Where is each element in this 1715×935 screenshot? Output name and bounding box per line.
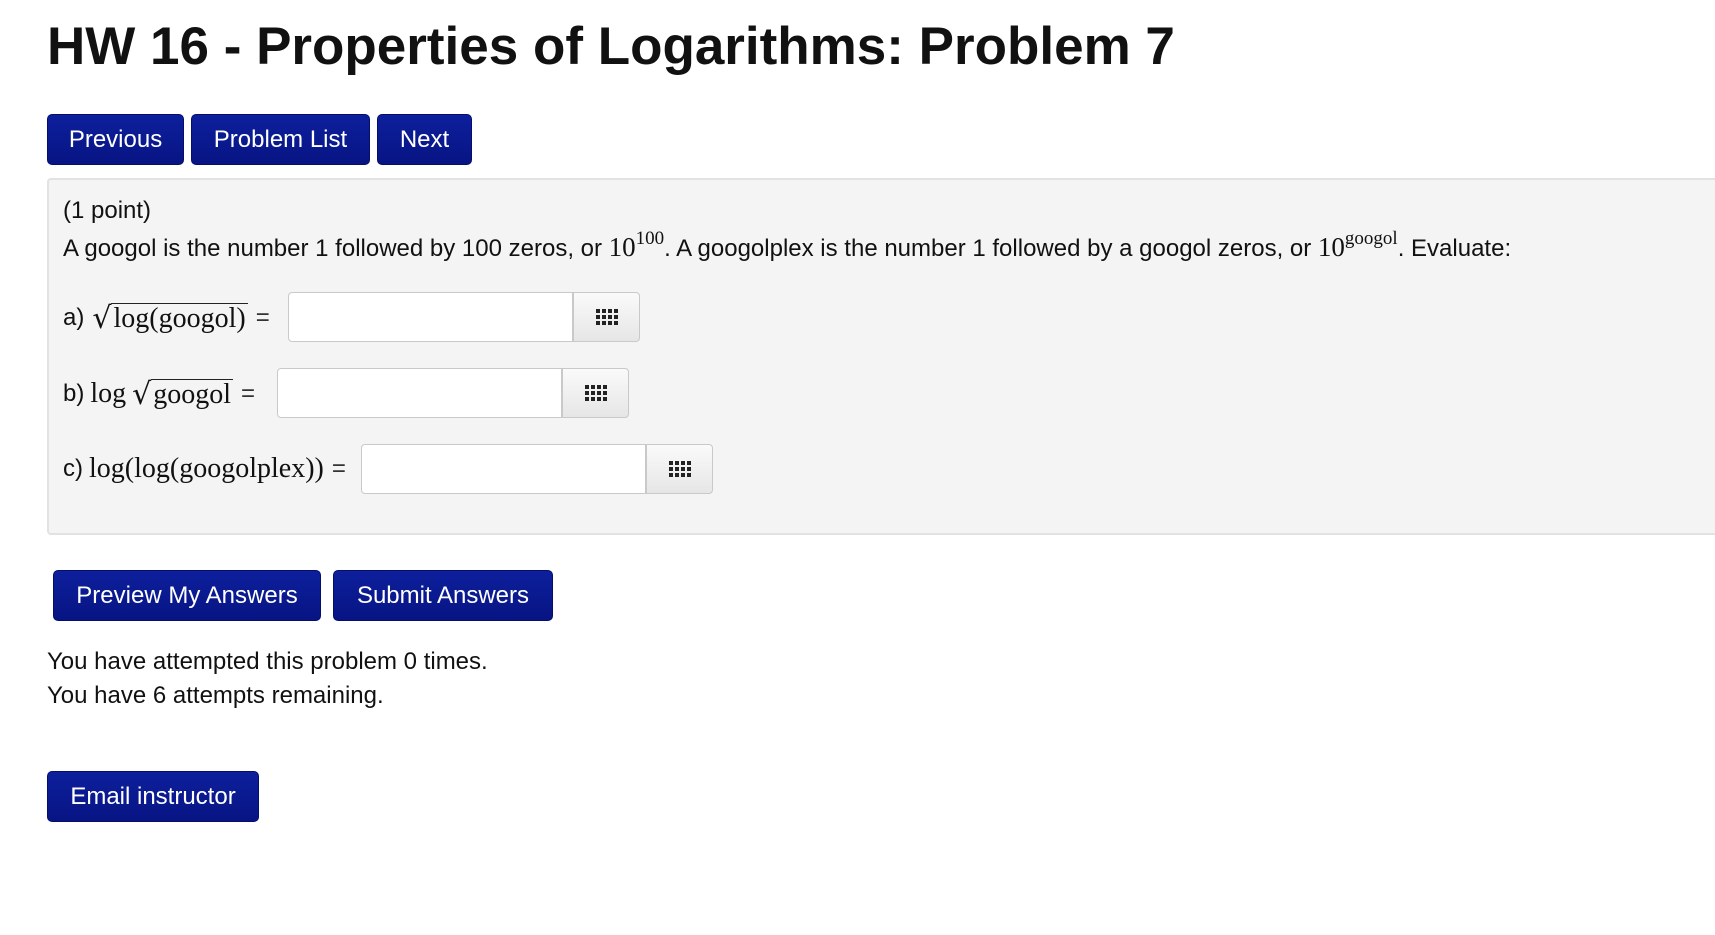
part-c-palette-button[interactable] [646,444,713,494]
part-a-radicand: log(googol) [111,302,248,334]
next-button[interactable]: Next [377,114,472,165]
statement-base-1: 10 [608,232,636,262]
part-a-answer-input[interactable] [288,292,573,342]
problem-statement: A googol is the number 1 followed by 100… [63,228,1512,263]
part-c-letter: c) [63,455,83,482]
part-b-equals: = [241,380,256,407]
part-c-equals: = [331,455,346,482]
grid-icon [668,461,691,477]
part-b-log: log [90,378,127,409]
problem-list-button[interactable]: Problem List [191,114,370,165]
part-b-label: b) log √ googol = [63,374,267,414]
part-a-letter: a) [63,304,85,331]
part-c-expression: log(log(googolplex)) [89,453,324,484]
part-a-palette-button[interactable] [573,292,640,342]
part-c-label: c) log(log(googolplex)) = [63,449,358,489]
part-a-sqrt: √ log(googol) [92,300,248,336]
attempts-remaining: You have 6 attempts remaining. [47,682,384,709]
statement-text-2: . A googolplex is the number 1 followed … [664,235,1318,262]
part-b-letter: b) [63,380,85,407]
sqrt-symbol: √ [92,300,112,336]
email-instructor-button[interactable]: Email instructor [47,771,259,822]
statement-exponent-2: googol [1344,228,1398,249]
statement-base-2: 10 [1317,232,1345,262]
previous-button[interactable]: Previous [47,114,184,165]
part-b-answer-input[interactable] [277,368,562,418]
part-b-radicand: googol [151,378,234,410]
part-b-sqrt: √ googol [132,376,234,412]
sqrt-symbol: √ [132,376,152,412]
part-c-answer-input[interactable] [361,444,646,494]
statement-exponent-1: 100 [635,228,665,249]
preview-answers-button[interactable]: Preview My Answers [53,570,321,621]
grid-icon [595,309,618,325]
grid-icon [584,385,607,401]
page-title: HW 16 - Properties of Logarithms: Proble… [47,17,1175,76]
problem-points: (1 point) [63,197,152,224]
part-a-equals: = [255,304,270,331]
attempts-count: You have attempted this problem 0 times. [47,648,488,675]
statement-text-3: . Evaluate: [1397,235,1512,262]
part-a-label: a) √ log(googol) = [63,298,282,338]
statement-text-1: A googol is the number 1 followed by 100… [63,235,609,262]
part-b-palette-button[interactable] [562,368,629,418]
submit-answers-button[interactable]: Submit Answers [333,570,553,621]
